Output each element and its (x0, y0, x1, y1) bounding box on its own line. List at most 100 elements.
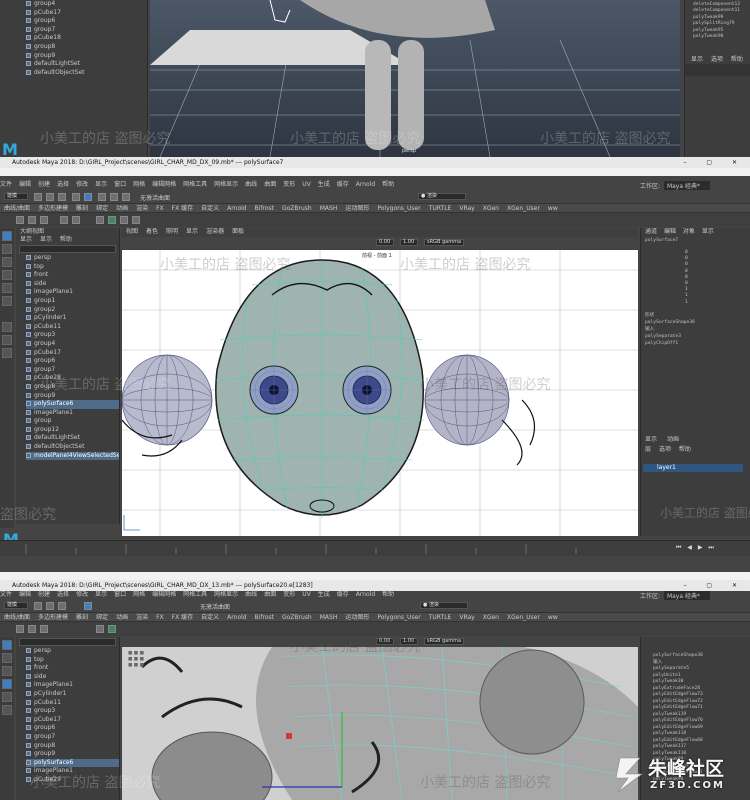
outliner-item[interactable]: group3 (26, 707, 119, 716)
outliner-item[interactable]: group9 (26, 52, 147, 61)
render-camera-dropdown[interactable]: ● 渲染 (418, 193, 466, 200)
outliner-item[interactable]: imagePlane1 (26, 288, 119, 297)
open-scene-icon[interactable] (46, 602, 54, 610)
outliner-item[interactable]: front (26, 271, 119, 280)
menu-item[interactable]: 帮助 (382, 181, 394, 188)
menu-item[interactable]: 选择 (57, 591, 69, 598)
cube-icon[interactable] (16, 216, 24, 224)
workspace-selector[interactable]: 工作区: Maya 经典* (640, 591, 710, 600)
shelf-tab[interactable]: 多边形建模 (34, 613, 72, 621)
menu-item[interactable]: 修改 (76, 181, 88, 188)
window-controls[interactable]: – ▢ ✕ (683, 157, 746, 168)
shelf-tab[interactable]: 曲线/曲面 (0, 204, 34, 212)
menu-item[interactable]: Arnold (356, 181, 375, 188)
tab-anim-layers[interactable]: 动画 (667, 436, 679, 443)
outliner-menu-help[interactable]: 帮助 (60, 236, 72, 243)
shelf-tab[interactable]: TURTLE (425, 613, 456, 621)
outliner-item[interactable]: defaultObjectSet (26, 443, 119, 452)
save-scene-icon[interactable] (58, 193, 66, 201)
menu-item[interactable]: 创建 (38, 591, 50, 598)
outliner-item[interactable]: pCube17 (26, 349, 119, 358)
menu-item[interactable]: 显示 (95, 591, 107, 598)
viewport-menu-item[interactable]: 面板 (232, 228, 244, 235)
snap-curve-icon[interactable] (110, 193, 118, 201)
menu-item[interactable]: 帮助 (382, 591, 394, 598)
rotate-tool-icon[interactable] (2, 283, 12, 293)
menu-item[interactable]: 缓存 (337, 591, 349, 598)
menu-item[interactable]: UV (302, 591, 311, 598)
shelf-tab[interactable]: Arnold (223, 613, 250, 621)
shelf-tab[interactable]: ww (544, 613, 562, 621)
scale-tool-icon[interactable] (2, 705, 12, 715)
shelf-tab[interactable]: 动画 (112, 613, 132, 621)
outliner-item[interactable]: side (26, 280, 119, 289)
lasso-tool-icon[interactable] (2, 244, 12, 254)
color-space-dropdown[interactable]: sRGB gamma (424, 239, 464, 246)
menu-layers[interactable]: 层 (645, 446, 651, 453)
menu-item[interactable]: 网格工具 (183, 591, 207, 598)
uv-editor-icon[interactable] (108, 625, 116, 633)
tab-help[interactable]: 帮助 (731, 56, 743, 63)
layout-four-icon[interactable] (2, 335, 12, 345)
outliner-item[interactable]: pCylinder1 (26, 690, 119, 699)
menu-item[interactable]: 变形 (283, 591, 295, 598)
paint-select-icon[interactable] (2, 257, 12, 267)
perspective-viewport[interactable]: 0.00 1.00 sRGB gamma ■ ■ ■ ■ ■ ■ ■ ■ ■ (122, 637, 638, 800)
outliner-item[interactable]: group6 (26, 724, 119, 733)
outliner-item[interactable]: imagePlane1 (26, 681, 119, 690)
viewport-menu-item[interactable]: 照明 (166, 228, 178, 235)
mode-dropdown[interactable]: 建模 (4, 602, 28, 609)
shelf-tab[interactable]: XGen_User (503, 204, 544, 212)
shelf-tab[interactable]: Polygons_User (373, 204, 424, 212)
menu-item[interactable]: 网格工具 (183, 181, 207, 188)
menu-channels[interactable]: 通道 (645, 228, 657, 235)
shelf-tab[interactable]: FX 缓存 (168, 613, 197, 621)
menu-item[interactable]: Arnold (356, 591, 375, 598)
menu-item[interactable]: 文件 (0, 591, 12, 598)
extrude-icon[interactable] (60, 216, 68, 224)
viewport-menu-item[interactable]: 着色 (146, 228, 158, 235)
select-mode-icon[interactable] (84, 193, 92, 201)
workspace-selector[interactable]: 工作区: Maya 经典* (640, 181, 710, 190)
shelf-tab[interactable]: 绑定 (92, 613, 112, 621)
outliner-item[interactable]: persp (26, 647, 119, 656)
tab-display[interactable]: 显示 (691, 56, 703, 63)
cylinder-icon[interactable] (40, 216, 48, 224)
target-weld-icon[interactable] (132, 216, 140, 224)
outliner-search-input[interactable] (19, 638, 116, 646)
outliner-item[interactable]: group7 (26, 26, 147, 35)
menu-help[interactable]: 帮助 (679, 446, 691, 453)
menu-item[interactable]: 网格显示 (214, 181, 238, 188)
outliner-item[interactable]: pCube11 (26, 323, 119, 332)
viewport-menu-item[interactable]: 渲染器 (206, 228, 224, 235)
move-tool-icon[interactable] (2, 270, 12, 280)
move-manip-x[interactable] (286, 733, 292, 739)
menu-item[interactable]: 曲线 (245, 181, 257, 188)
open-scene-icon[interactable] (46, 193, 54, 201)
menu-item[interactable]: 编辑 (19, 591, 31, 598)
menu-item[interactable]: 窗口 (114, 591, 126, 598)
shelf-tab[interactable]: 运动图形 (341, 613, 373, 621)
menu-item[interactable]: 创建 (38, 181, 50, 188)
shelf-tab[interactable]: VRay (455, 204, 478, 212)
menu-item[interactable]: 文件 (0, 181, 12, 188)
outliner-item[interactable]: top (26, 656, 119, 665)
outliner-item[interactable]: group8 (26, 43, 147, 52)
snap-grid-icon[interactable] (98, 193, 106, 201)
workspace-dropdown[interactable]: Maya 经典* (663, 591, 710, 600)
outliner-item[interactable]: pCube17 (26, 9, 147, 18)
menu-item[interactable]: 编辑网格 (152, 591, 176, 598)
shelf-tab[interactable]: 雕刻 (72, 613, 92, 621)
menu-item[interactable]: 曲面 (264, 591, 276, 598)
multicut-icon[interactable] (120, 216, 128, 224)
outliner-item[interactable]: persp (26, 254, 119, 263)
select-mode-icon[interactable] (84, 602, 92, 610)
menu-object[interactable]: 对象 (683, 228, 695, 235)
shelf-tab[interactable]: 渲染 (132, 204, 152, 212)
bridge-icon[interactable] (96, 216, 104, 224)
outliner-item[interactable]: polySurface6 (26, 400, 119, 409)
menu-item[interactable]: 缓存 (337, 181, 349, 188)
shelf-tab[interactable]: ww (544, 204, 562, 212)
shelf-tab[interactable]: 自定义 (197, 204, 223, 212)
outliner-item[interactable]: front (26, 664, 119, 673)
